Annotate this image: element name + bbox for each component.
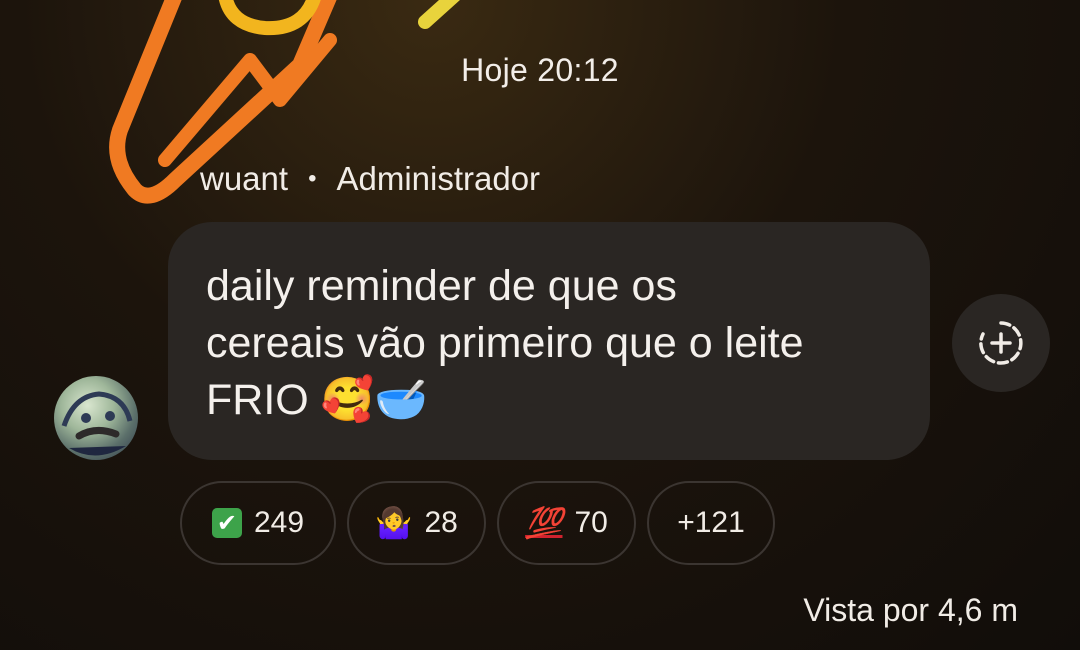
more-reactions-chip[interactable]: +121 (647, 481, 775, 565)
message-text-line-3: FRIO 🥰🥣 (206, 376, 428, 424)
reaction-count: 28 (424, 506, 458, 539)
person-shrugging-emoji-icon: 🤷‍♀️ (375, 505, 413, 541)
add-reaction-icon (979, 321, 1023, 365)
add-reaction-button[interactable] (952, 294, 1050, 392)
sender-role: Administrador (336, 160, 541, 197)
reaction-hundred-chip[interactable]: 💯 70 (497, 481, 636, 565)
sender-header: wuant • Administrador (200, 160, 540, 198)
message-text-line-1: daily reminder de que os (206, 262, 677, 310)
reaction-check-chip[interactable]: ✔ 249 (180, 481, 336, 565)
message-text: daily reminder de que os cereais vão pri… (206, 258, 890, 429)
separator-dot: • (308, 165, 317, 192)
reaction-count: 249 (253, 506, 305, 539)
hundred-points-emoji-icon: 💯 (525, 505, 563, 541)
reaction-shrug-chip[interactable]: 🤷‍♀️ 28 (347, 481, 486, 565)
message-text-line-2: cereais vão primeiro que o leite (206, 319, 804, 367)
check-mark-emoji-icon: ✔ (211, 508, 242, 538)
reactions-row: ✔ 249 🤷‍♀️ 28 💯 70 +121 (180, 481, 775, 565)
avatar-image (61, 391, 133, 456)
more-reactions-count: +121 (677, 506, 745, 539)
sender-name[interactable]: wuant (200, 160, 288, 198)
reaction-count: 70 (574, 506, 608, 539)
message-timestamp: Hoje 20:12 (461, 52, 619, 88)
avatar[interactable] (54, 376, 138, 460)
message-bubble[interactable]: daily reminder de que os cereais vão pri… (168, 222, 930, 460)
views-count: Vista por 4,6 m (803, 592, 1018, 628)
